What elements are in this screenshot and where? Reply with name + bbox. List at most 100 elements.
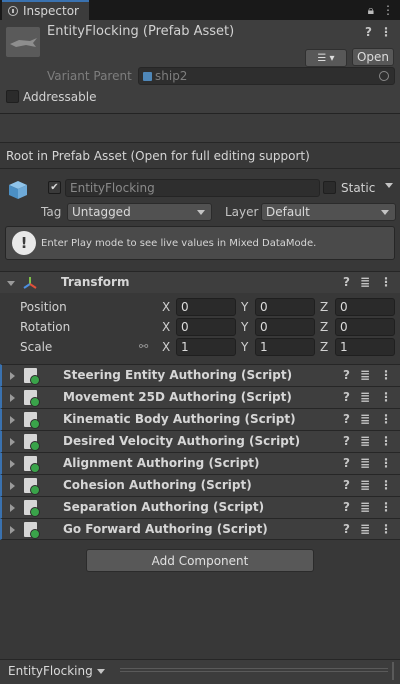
footer-grip[interactable] bbox=[392, 662, 394, 680]
presets-icon[interactable]: ≣ bbox=[360, 412, 370, 426]
component-header[interactable]: Alignment Authoring (Script) ? ≣ ⋮ bbox=[0, 452, 400, 474]
script-icon bbox=[24, 478, 40, 495]
script-icon bbox=[24, 412, 40, 429]
layer-dropdown[interactable]: Default bbox=[261, 203, 396, 221]
foldout-arrow-icon[interactable] bbox=[10, 394, 15, 402]
layer-label: Layer bbox=[225, 205, 259, 219]
info-icon bbox=[8, 6, 18, 16]
help-icon[interactable]: ? bbox=[343, 500, 350, 514]
header-actions: ? ⋮ bbox=[365, 25, 392, 39]
presets-icon[interactable]: ≣ bbox=[360, 500, 370, 514]
component-header[interactable]: Cohesion Authoring (Script) ? ≣ ⋮ bbox=[0, 474, 400, 496]
more-vert-icon[interactable]: ⋮ bbox=[380, 456, 392, 470]
help-icon[interactable]: ? bbox=[343, 368, 350, 382]
component-header[interactable]: Go Forward Authoring (Script) ? ≣ ⋮ bbox=[0, 518, 400, 540]
component-tools: ? ≣ ⋮ bbox=[343, 500, 392, 514]
component-tools: ? ≣ ⋮ bbox=[343, 456, 392, 470]
foldout-arrow-icon[interactable] bbox=[10, 482, 15, 490]
tag-dropdown[interactable]: Untagged bbox=[67, 203, 212, 221]
component-header[interactable]: Kinematic Body Authoring (Script) ? ≣ ⋮ bbox=[0, 408, 400, 430]
more-vert-icon[interactable]: ⋮ bbox=[382, 3, 394, 18]
more-vert-icon[interactable]: ⋮ bbox=[380, 368, 392, 382]
tab-label: Inspector bbox=[23, 4, 79, 18]
help-icon[interactable]: ? bbox=[343, 390, 350, 404]
presets-icon[interactable]: ≣ bbox=[360, 390, 370, 404]
scale-z-field[interactable]: 1 bbox=[335, 338, 395, 356]
help-icon[interactable]: ? bbox=[365, 25, 372, 39]
rotation-x-field[interactable]: 0 bbox=[176, 318, 236, 336]
transform-axes-icon bbox=[23, 277, 37, 289]
presets-icon[interactable]: ≣ bbox=[360, 368, 370, 382]
chevron-down-icon bbox=[197, 210, 205, 215]
component-header[interactable]: Desired Velocity Authoring (Script) ? ≣ ⋮ bbox=[0, 430, 400, 452]
presets-icon[interactable]: ≣ bbox=[360, 456, 370, 470]
help-icon[interactable]: ? bbox=[343, 478, 350, 492]
help-icon[interactable]: ? bbox=[343, 522, 350, 536]
prefab-cube-icon bbox=[143, 71, 152, 81]
presets-icon[interactable]: ≣ bbox=[360, 478, 370, 492]
more-vert-icon[interactable]: ⋮ bbox=[380, 478, 392, 492]
open-prefab-button[interactable]: Open bbox=[352, 48, 394, 66]
position-x-field[interactable]: 0 bbox=[176, 298, 236, 316]
presets-icon[interactable]: ≣ bbox=[360, 275, 370, 289]
rotation-z-field[interactable]: 0 bbox=[335, 318, 395, 336]
tab-inspector[interactable]: Inspector bbox=[2, 0, 89, 20]
more-vert-icon[interactable]: ⋮ bbox=[380, 434, 392, 448]
position-label: Position bbox=[20, 300, 67, 314]
gameobject-active-checkbox[interactable]: ✔ bbox=[48, 181, 61, 194]
constrain-proportions-icon[interactable]: ⚯ bbox=[139, 340, 153, 353]
more-vert-icon[interactable]: ⋮ bbox=[380, 500, 392, 514]
overrides-dropdown-button[interactable]: ☰ ▾ bbox=[305, 49, 347, 67]
help-icon[interactable]: ? bbox=[343, 434, 350, 448]
script-icon bbox=[24, 434, 40, 451]
lock-icon[interactable]: 🔒︎ bbox=[368, 3, 374, 18]
component-label: Kinematic Body Authoring (Script) bbox=[63, 412, 296, 426]
component-header[interactable]: Movement 25D Authoring (Script) ? ≣ ⋮ bbox=[0, 386, 400, 408]
component-label: Go Forward Authoring (Script) bbox=[63, 522, 268, 536]
gameobject-name-field[interactable]: EntityFlocking bbox=[65, 179, 320, 197]
tab-actions: 🔒︎ ⋮ bbox=[368, 3, 394, 18]
object-picker-icon[interactable] bbox=[379, 71, 389, 81]
more-vert-icon[interactable]: ⋮ bbox=[380, 390, 392, 404]
rotation-y-field[interactable]: 0 bbox=[255, 318, 315, 336]
position-y-field[interactable]: 0 bbox=[255, 298, 315, 316]
more-vert-icon[interactable]: ⋮ bbox=[380, 25, 392, 39]
position-z-field[interactable]: 0 bbox=[335, 298, 395, 316]
preview-drag-handle[interactable] bbox=[120, 668, 388, 672]
component-transform-header[interactable]: Transform ? ≣ ⋮ bbox=[0, 271, 400, 293]
foldout-arrow-icon[interactable] bbox=[10, 504, 15, 512]
helpbox-text: Enter Play mode to see live values in Mi… bbox=[41, 238, 317, 249]
foldout-arrow-icon[interactable] bbox=[10, 416, 15, 424]
presets-icon[interactable]: ≣ bbox=[360, 522, 370, 536]
foldout-arrow-icon[interactable] bbox=[10, 460, 15, 468]
foldout-arrow-icon[interactable] bbox=[10, 372, 15, 380]
component-label: Transform bbox=[61, 275, 130, 289]
selection-label: EntityFlocking bbox=[8, 664, 93, 678]
more-vert-icon[interactable]: ⋮ bbox=[380, 522, 392, 536]
addressable-checkbox[interactable] bbox=[6, 90, 19, 103]
selection-dropdown[interactable]: EntityFlocking bbox=[8, 664, 105, 678]
help-icon[interactable]: ? bbox=[343, 275, 350, 289]
component-header[interactable]: Steering Entity Authoring (Script) ? ≣ ⋮ bbox=[0, 364, 400, 386]
prefab-preview-icon bbox=[6, 27, 40, 57]
more-vert-icon[interactable]: ⋮ bbox=[380, 275, 392, 289]
scale-y-field[interactable]: 1 bbox=[255, 338, 315, 356]
more-vert-icon[interactable]: ⋮ bbox=[380, 412, 392, 426]
scale-x-field[interactable]: 1 bbox=[176, 338, 236, 356]
static-dropdown-arrow[interactable] bbox=[385, 183, 393, 188]
add-component-button[interactable]: Add Component bbox=[86, 549, 314, 572]
header-spacer bbox=[0, 114, 400, 143]
foldout-arrow-icon[interactable] bbox=[7, 281, 15, 286]
prefab-title: EntityFlocking (Prefab Asset) bbox=[47, 24, 235, 39]
presets-icon[interactable]: ≣ bbox=[360, 434, 370, 448]
variant-parent-field[interactable]: ship2 bbox=[138, 67, 395, 85]
static-checkbox[interactable] bbox=[323, 181, 336, 194]
help-icon[interactable]: ? bbox=[343, 456, 350, 470]
component-tools: ? ≣ ⋮ bbox=[343, 390, 392, 404]
foldout-arrow-icon[interactable] bbox=[10, 526, 15, 534]
help-icon[interactable]: ? bbox=[343, 412, 350, 426]
component-header[interactable]: Separation Authoring (Script) ? ≣ ⋮ bbox=[0, 496, 400, 518]
script-icon bbox=[24, 390, 40, 407]
foldout-arrow-icon[interactable] bbox=[10, 438, 15, 446]
axis-z-label: Z bbox=[320, 320, 329, 334]
